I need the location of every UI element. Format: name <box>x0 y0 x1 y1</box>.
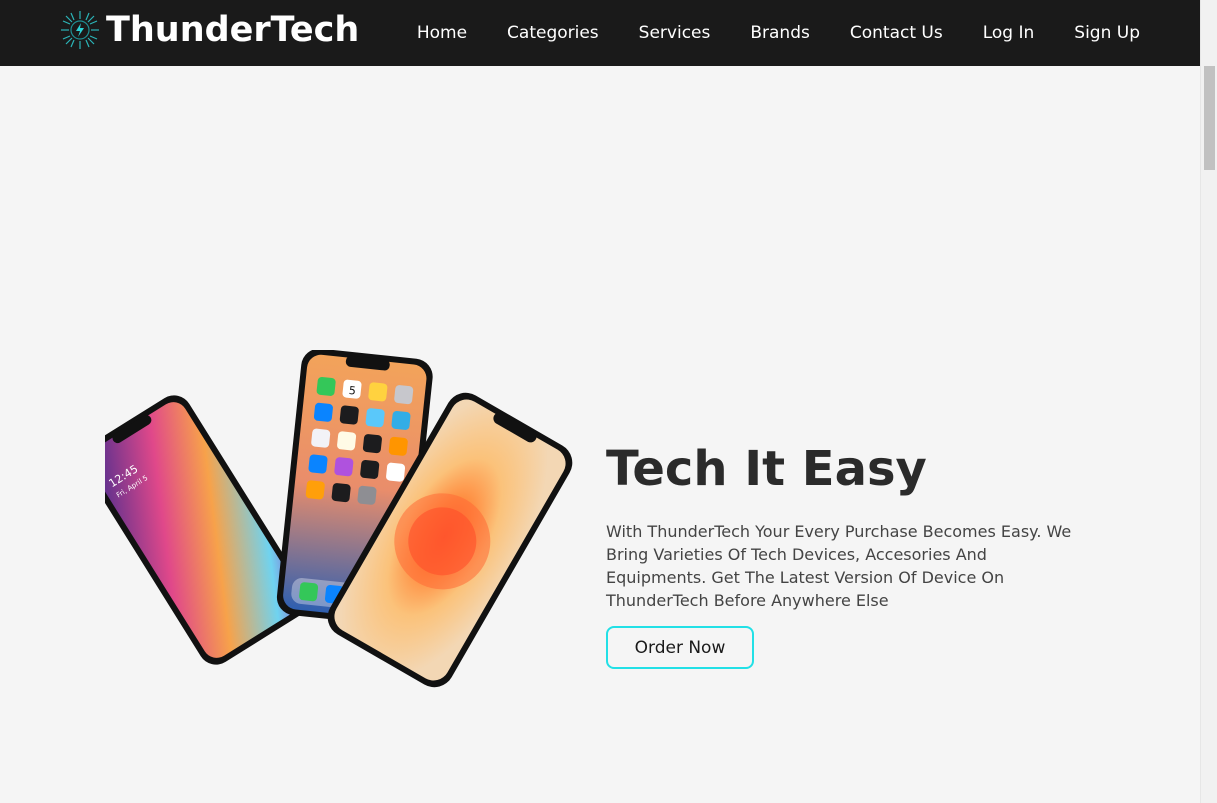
nav-log-in[interactable]: Log In <box>983 23 1035 43</box>
order-now-button[interactable]: Order Now <box>606 626 754 669</box>
nav-services[interactable]: Services <box>639 23 711 43</box>
nav-categories[interactable]: Categories <box>507 23 599 43</box>
scrollbar-thumb[interactable] <box>1204 66 1215 170</box>
nav-contact-us[interactable]: Contact Us <box>850 23 943 43</box>
navbar: ThunderTech Home Categories Services Bra… <box>0 0 1200 66</box>
hero-title: Tech It Easy <box>606 441 927 497</box>
hero-description: With ThunderTech Your Every Purchase Bec… <box>606 522 1072 610</box>
page-scrollbar[interactable] <box>1200 0 1217 803</box>
nav-sign-up[interactable]: Sign Up <box>1074 23 1140 43</box>
hero-phones-image: 12:45 Fri, April 5 5 <box>105 350 573 688</box>
brand-name: ThunderTech <box>106 10 360 50</box>
hero-text: Tech It Easy With ThunderTech Your Every… <box>606 440 1086 612</box>
nav-home[interactable]: Home <box>417 23 467 43</box>
nav-links: Home Categories Services Brands Contact … <box>377 0 1140 66</box>
left-phone: 12:45 Fri, April 5 <box>105 395 309 665</box>
lightning-bolt-sun-icon <box>61 11 99 49</box>
calendar-day: 5 <box>348 384 356 398</box>
nav-brands[interactable]: Brands <box>750 23 810 43</box>
brand-link[interactable]: ThunderTech <box>60 10 359 50</box>
